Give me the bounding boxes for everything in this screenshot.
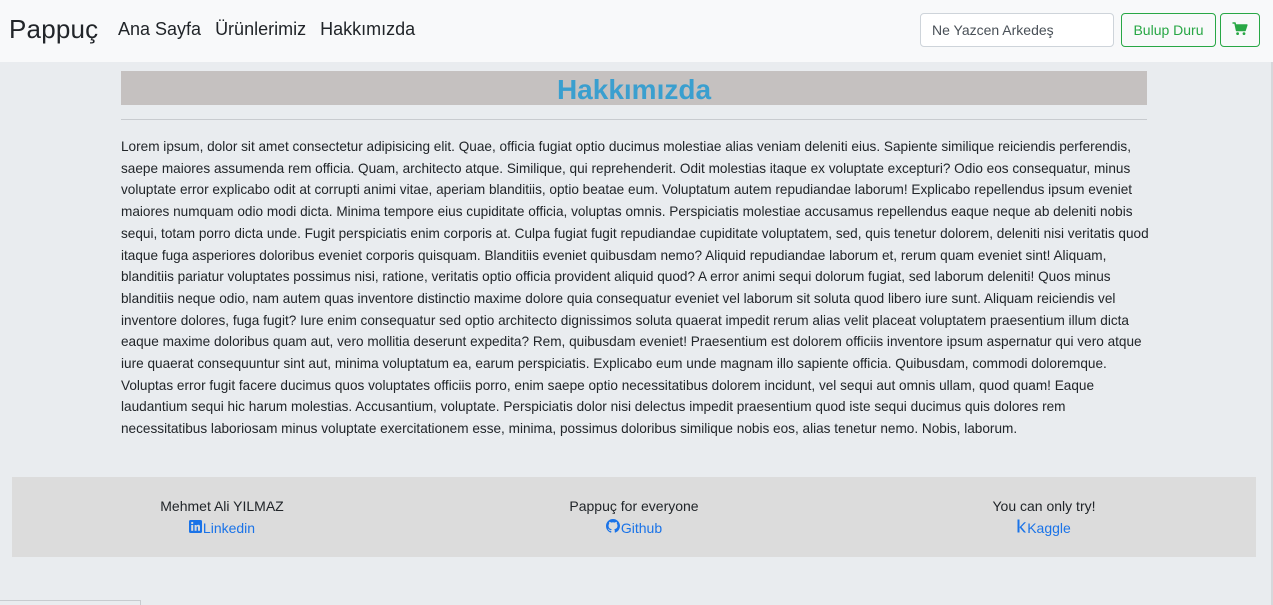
search-button[interactable]: Bulup Duru [1121, 13, 1216, 47]
footer-col-author: Mehmet Ali YILMAZ Linkedin [92, 497, 352, 538]
linkedin-label: Linkedin [202, 520, 256, 536]
nav-link-home[interactable]: Ana Sayfa [118, 19, 201, 40]
linkedin-link[interactable]: Linkedin [188, 518, 256, 538]
kaggle-link[interactable]: Kaggle [1017, 518, 1071, 538]
footer-tagline: Pappuç for everyone [569, 498, 699, 514]
footer-cta-text: You can only try! [992, 498, 1096, 514]
bottom-edge-tab [0, 600, 141, 605]
linkedin-icon [188, 518, 202, 538]
kaggle-icon [1017, 518, 1027, 538]
github-label: Github [620, 520, 663, 536]
nav-links: Ana Sayfa Ürünlerimiz Hakkımızda [118, 19, 415, 40]
cart-icon [1232, 21, 1248, 39]
brand-logo[interactable]: Pappuç [9, 14, 98, 45]
nav-link-about[interactable]: Hakkımızda [320, 19, 415, 40]
kaggle-label: Kaggle [1027, 520, 1071, 536]
footer-author-name: Mehmet Ali YILMAZ [160, 498, 284, 514]
github-icon [605, 518, 620, 538]
about-paragraph: Lorem ipsum, dolor sit amet consectetur … [121, 139, 1149, 437]
navbar: Pappuç Ana Sayfa Ürünlerimiz Hakkımızda … [0, 0, 1273, 62]
page-title: Hakkımızda [556, 74, 712, 105]
footer: Mehmet Ali YILMAZ Linkedin Pappuç for ev… [12, 477, 1256, 557]
search-input[interactable] [920, 13, 1114, 47]
divider [121, 119, 1147, 120]
about-heading-band: Hakkımızda [121, 71, 1147, 105]
footer-col-brand: Pappuç for everyone Github [504, 497, 764, 538]
cart-button[interactable] [1220, 13, 1260, 47]
nav-link-products[interactable]: Ürünlerimiz [215, 19, 306, 40]
footer-col-cta: You can only try! Kaggle [914, 497, 1174, 538]
github-link[interactable]: Github [605, 518, 663, 538]
